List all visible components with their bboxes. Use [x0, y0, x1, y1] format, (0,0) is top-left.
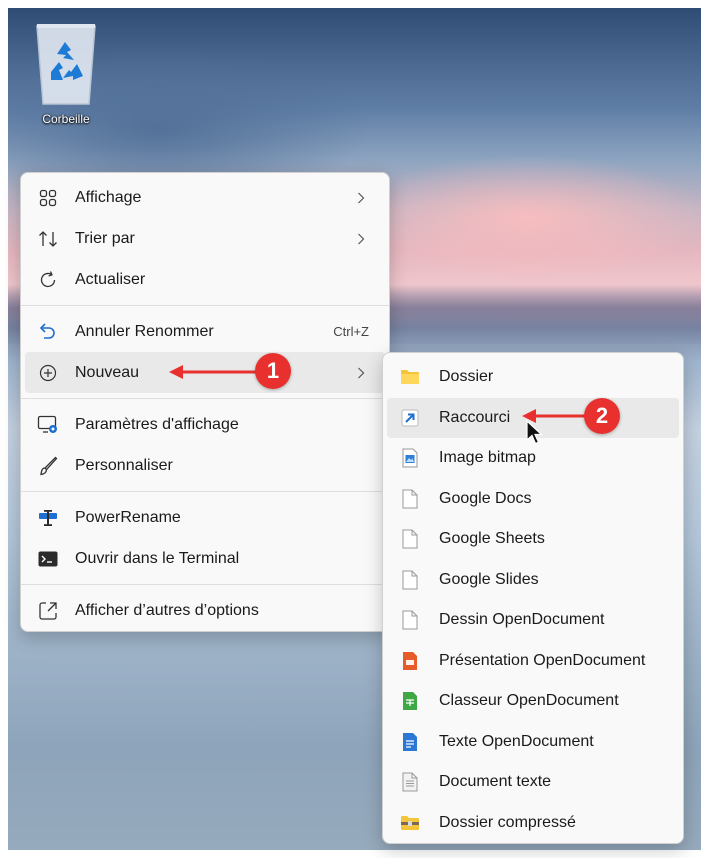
menu-item-label: Paramètres d'affichage — [75, 415, 239, 433]
submenu-item-google-sheets[interactable]: Google Sheets — [387, 519, 679, 560]
blank-file-icon — [399, 569, 421, 591]
annotation-badge-2: 2 — [584, 398, 620, 434]
submenu-item-label: Image bitmap — [439, 449, 536, 467]
chevron-right-icon — [357, 177, 365, 218]
menu-separator — [21, 491, 389, 492]
more-options-icon — [37, 600, 59, 622]
submenu-item-label: Dessin OpenDocument — [439, 611, 605, 629]
blank-file-icon — [399, 488, 421, 510]
menu-item-affichage[interactable]: Affichage — [25, 177, 385, 218]
submenu-item-label: Google Slides — [439, 570, 539, 588]
submenu-item-dossier[interactable]: Dossier — [387, 357, 679, 398]
shortcut-text: Ctrl+Z — [333, 324, 369, 339]
submenu-item-classeur-opendocument[interactable]: Classeur OpenDocument — [387, 681, 679, 722]
submenu-item-google-docs[interactable]: Google Docs — [387, 479, 679, 520]
ods-icon — [399, 690, 421, 712]
menu-item-label: Affichage — [75, 188, 142, 206]
brush-icon — [37, 455, 59, 477]
submenu-item-label: Classeur OpenDocument — [439, 692, 619, 710]
menu-item-label: Nouveau — [75, 363, 140, 381]
menu-item-label: Personnaliser — [75, 456, 173, 474]
powerrename-icon — [37, 507, 59, 529]
menu-item-label: Trier par — [75, 229, 135, 247]
menu-item-personnaliser[interactable]: Personnaliser — [25, 445, 385, 486]
text-file-icon — [399, 771, 421, 793]
menu-separator — [21, 584, 389, 585]
shortcut-icon — [399, 407, 421, 429]
menu-separator — [21, 305, 389, 306]
menu-item-trier-par[interactable]: Trier par — [25, 218, 385, 259]
submenu-item-label: Dossier — [439, 368, 494, 386]
display-settings-icon — [37, 414, 59, 436]
submenu-item-presentation-opendocument[interactable]: Présentation OpenDocument — [387, 641, 679, 682]
menu-item-label: Ouvrir dans le Terminal — [75, 549, 240, 567]
submenu-item-label: Présentation OpenDocument — [439, 651, 646, 669]
annotation-badge-1: 1 — [255, 353, 291, 389]
recycle-bin-label: Corbeille — [42, 112, 90, 126]
add-circle-icon — [37, 362, 59, 384]
submenu-item-google-slides[interactable]: Google Slides — [387, 560, 679, 601]
submenu-item-dossier-compresse[interactable]: Dossier compressé — [387, 803, 679, 844]
bitmap-icon — [399, 447, 421, 469]
submenu-item-dessin-opendocument[interactable]: Dessin OpenDocument — [387, 600, 679, 641]
chevron-right-icon — [357, 218, 365, 259]
menu-item-autres-options[interactable]: Afficher d’autres d’options — [25, 590, 385, 631]
submenu-item-label: Google Docs — [439, 489, 532, 507]
menu-item-label: PowerRename — [75, 508, 181, 526]
odt-icon — [399, 731, 421, 753]
submenu-item-label: Texte OpenDocument — [439, 732, 594, 750]
chevron-right-icon — [357, 352, 365, 393]
menu-item-annuler-renommer[interactable]: Annuler Renommer Ctrl+Z — [25, 311, 385, 352]
submenu-item-label: Dossier compressé — [439, 813, 576, 831]
recycle-bin-icon — [36, 24, 96, 105]
menu-item-parametres-affichage[interactable]: Paramètres d'affichage — [25, 404, 385, 445]
blank-file-icon — [399, 609, 421, 631]
zip-folder-icon — [399, 812, 421, 834]
submenu-item-label: Document texte — [439, 773, 552, 791]
grid-icon — [37, 187, 59, 209]
submenu-item-label: Raccourci — [439, 408, 511, 426]
mouse-cursor-icon — [526, 420, 544, 445]
menu-separator — [21, 398, 389, 399]
terminal-icon — [37, 548, 59, 570]
submenu-item-texte-opendocument[interactable]: Texte OpenDocument — [387, 722, 679, 763]
menu-item-powerrename[interactable]: PowerRename — [25, 497, 385, 538]
menu-item-actualiser[interactable]: Actualiser — [25, 259, 385, 300]
menu-item-label: Actualiser — [75, 270, 146, 288]
menu-item-label: Afficher d’autres d’options — [75, 601, 259, 619]
menu-item-label: Annuler Renommer — [75, 322, 214, 340]
folder-icon — [399, 366, 421, 388]
blank-file-icon — [399, 528, 421, 550]
submenu-item-document-texte[interactable]: Document texte — [387, 762, 679, 803]
sort-icon — [37, 228, 59, 250]
odp-icon — [399, 650, 421, 672]
menu-item-ouvrir-terminal[interactable]: Ouvrir dans le Terminal — [25, 538, 385, 579]
recycle-bin-shortcut[interactable]: Corbeille — [26, 20, 106, 126]
submenu-item-label: Google Sheets — [439, 530, 545, 548]
undo-icon — [37, 321, 59, 343]
annotation-arrow-1 — [169, 365, 260, 379]
refresh-icon — [37, 269, 59, 291]
desktop-context-menu: Affichage Trier par Actualiser Annuler R… — [20, 172, 390, 632]
